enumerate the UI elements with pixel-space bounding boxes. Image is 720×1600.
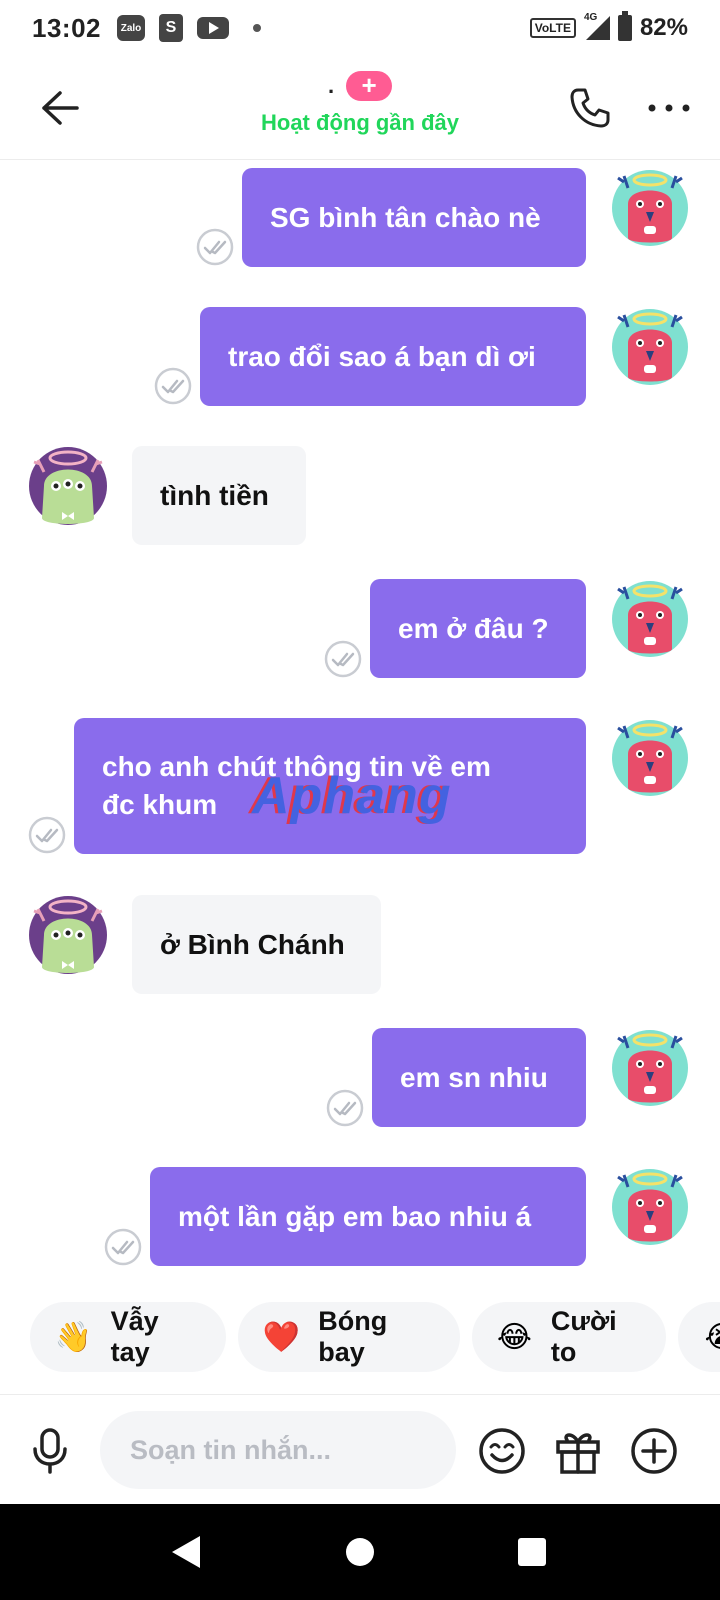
contact-avatar-icon[interactable] (28, 895, 108, 975)
message-bubble-incoming[interactable]: tình tiền (132, 446, 306, 545)
reaction-chip-partial[interactable]: 😭 (678, 1302, 720, 1372)
message-text: trao đổi sao á bạn dì ơi (228, 340, 536, 372)
message-bubble-outgoing[interactable]: SG bình tân chào nè (242, 168, 586, 267)
message-text: em sn nhiu (400, 1061, 548, 1093)
activity-status: Hoạt động gần đây (261, 110, 459, 135)
smile-face-icon (479, 1428, 525, 1474)
seen-check-icon (28, 816, 66, 854)
message-text: một lần gặp em bao nhiu á (178, 1200, 532, 1232)
message-bubble-outgoing[interactable]: một lần gặp em bao nhiu á (150, 1167, 586, 1266)
seen-check-icon (196, 228, 234, 266)
more-notifications-dot-icon (253, 24, 261, 32)
status-app-icons: Zalo S (117, 14, 261, 42)
message-text: ở Bình Chánh (160, 928, 345, 960)
message-input[interactable] (100, 1411, 456, 1489)
nav-back-button[interactable] (160, 1526, 212, 1578)
back-button[interactable] (36, 84, 84, 132)
triangle-back-icon (172, 1536, 200, 1568)
my-avatar-icon[interactable] (610, 718, 690, 798)
seen-check-icon (104, 1228, 142, 1266)
zalo-notification-icon: Zalo (117, 15, 145, 41)
shopping-bag-notification-icon: S (159, 14, 183, 42)
watermark-logo: Aphang (252, 767, 452, 825)
reaction-label: Vẫy tay (110, 1306, 159, 1367)
battery-percent: 82% (639, 14, 688, 41)
sticker-button[interactable] (474, 1423, 530, 1479)
crying-face-icon: 😭 (702, 1320, 720, 1355)
reaction-chip-balloon[interactable]: ❤️ Bóng bay (238, 1302, 460, 1372)
add-friend-button[interactable]: + (346, 71, 393, 101)
reaction-label: Bóng bay (318, 1306, 388, 1367)
chat-screen: 13:02 Zalo S VoLTE 4G 82% . + Hoạt động … (0, 0, 720, 1600)
message-bubble-outgoing[interactable]: trao đổi sao á bạn dì ơi (200, 307, 586, 406)
seen-check-icon (154, 367, 192, 405)
heart-icon: ❤️ (262, 1320, 300, 1354)
volte-icon: VoLTE (529, 18, 576, 38)
phone-icon (570, 88, 610, 128)
gift-icon (556, 1433, 600, 1474)
my-avatar-icon[interactable] (610, 168, 690, 248)
plus-circle-icon (631, 1428, 677, 1474)
reaction-chip-laugh[interactable]: 😂 Cười to (472, 1302, 666, 1372)
nav-recents-button[interactable] (506, 1526, 558, 1578)
youtube-notification-icon (197, 17, 229, 39)
microphone-icon (33, 1428, 67, 1474)
add-attachment-button[interactable] (626, 1423, 682, 1479)
message-bubble-incoming[interactable]: ở Bình Chánh (132, 895, 381, 994)
network-type-label: 4G (583, 12, 598, 23)
system-navigation-bar (0, 1504, 720, 1600)
square-recents-icon (518, 1538, 546, 1566)
chat-header: . + Hoạt động gần đây (0, 56, 720, 160)
contact-name: . (327, 73, 335, 98)
more-horizontal-icon (648, 104, 690, 112)
status-time: 13:02 (32, 12, 101, 43)
message-text: em ở đâu ? (398, 612, 549, 644)
status-bar: 13:02 Zalo S VoLTE 4G 82% (0, 0, 720, 56)
my-avatar-icon[interactable] (610, 579, 690, 659)
my-avatar-icon[interactable] (610, 1167, 690, 1247)
status-system-icons: VoLTE 4G 82% (529, 11, 688, 42)
message-text-line-2: đc khum (102, 789, 218, 820)
quick-reaction-bar: 👋 Vẫy tay ❤️ Bóng bay 😂 Cười to 😭 (0, 1302, 720, 1374)
battery-icon (617, 11, 632, 41)
message-text: tình tiền (160, 479, 269, 511)
seen-check-icon (324, 640, 362, 678)
call-button[interactable] (564, 82, 616, 134)
nav-home-button[interactable] (334, 1526, 386, 1578)
voice-record-button[interactable] (22, 1423, 78, 1479)
my-avatar-icon[interactable] (610, 307, 690, 387)
signal-icon: 4G (584, 12, 610, 40)
gift-button[interactable] (550, 1423, 606, 1479)
my-avatar-icon[interactable] (610, 1028, 690, 1108)
more-options-button[interactable] (644, 82, 694, 134)
message-bubble-outgoing[interactable]: em ở đâu ? (370, 579, 586, 678)
arrow-left-icon (42, 91, 79, 125)
message-bubble-outgoing[interactable]: em sn nhiu (372, 1028, 586, 1127)
message-input-bar (0, 1394, 720, 1504)
reaction-chip-wave[interactable]: 👋 Vẫy tay (30, 1302, 226, 1372)
circle-home-icon (346, 1538, 374, 1566)
laughing-face-icon: 😂 (496, 1320, 532, 1354)
message-text: SG bình tân chào nè (270, 201, 541, 233)
seen-check-icon (326, 1089, 364, 1127)
contact-avatar-icon[interactable] (28, 446, 108, 526)
wave-hand-icon: 👋 (54, 1320, 92, 1354)
chat-title[interactable]: . + Hoạt động gần đây (200, 66, 520, 136)
reaction-label: Cười to (550, 1306, 617, 1367)
